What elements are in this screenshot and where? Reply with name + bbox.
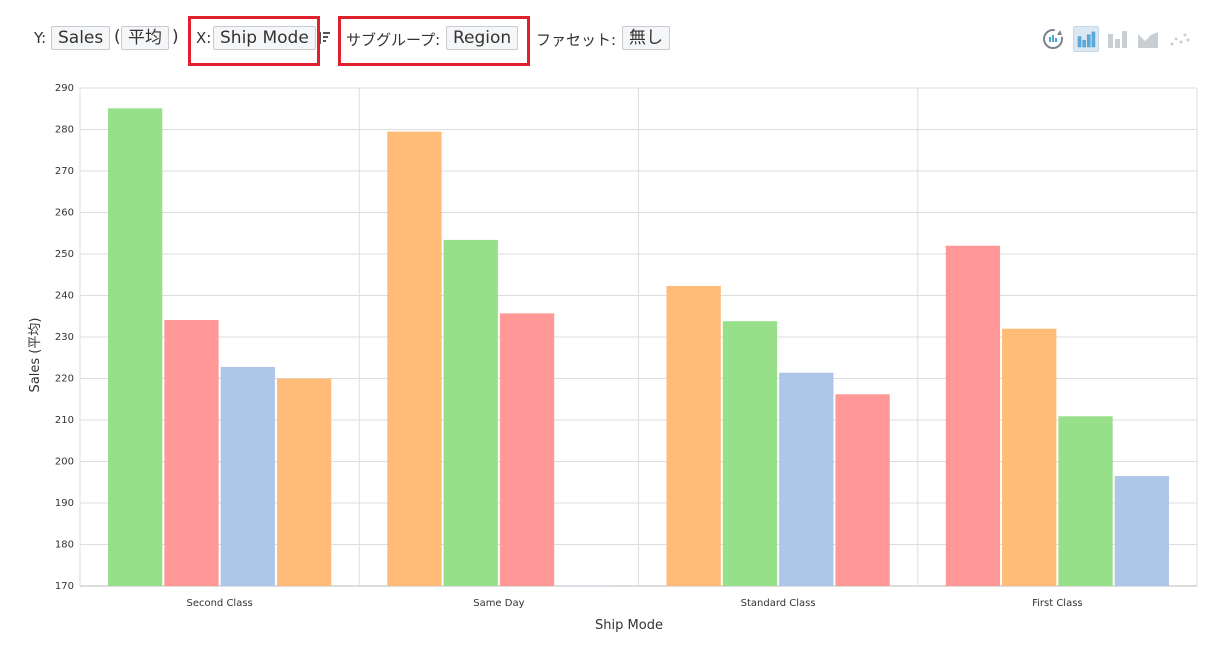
- bar-second-class-2[interactable]: [220, 366, 275, 586]
- y-tick-label: 170: [55, 581, 74, 592]
- bar-first-class-3[interactable]: [1114, 476, 1169, 586]
- bar-standard-class-2[interactable]: [779, 372, 834, 586]
- bar-chart: 170180190200210220230240250260270280290 …: [28, 83, 1198, 633]
- x-tick-label: Same Day: [473, 598, 524, 609]
- x-tick-label: First Class: [1032, 598, 1083, 609]
- y-tick-label: 240: [55, 291, 74, 302]
- bar-first-class-1[interactable]: [1002, 328, 1057, 586]
- bar-first-class-2[interactable]: [1058, 416, 1113, 586]
- y-tick-label: 230: [55, 332, 74, 343]
- y-tick-label: 220: [55, 374, 74, 385]
- x-axis-title: Ship Mode: [595, 618, 663, 633]
- y-tick-label: 280: [55, 125, 74, 136]
- y-tick-label: 260: [55, 208, 74, 219]
- bar-first-class-0[interactable]: [945, 245, 1001, 586]
- bar-same-day-1[interactable]: [443, 239, 498, 586]
- y-tick-label: 270: [55, 166, 74, 177]
- y-axis-title: Sales (平均): [28, 318, 43, 393]
- bar-second-class-3[interactable]: [276, 378, 332, 587]
- x-tick-label: Standard Class: [741, 598, 816, 609]
- bar-standard-class-1[interactable]: [722, 321, 778, 586]
- bar-same-day-2[interactable]: [499, 313, 555, 586]
- y-tick-label: 200: [55, 457, 74, 468]
- y-tick-label: 210: [55, 415, 74, 426]
- y-tick-label: 190: [55, 498, 74, 509]
- x-tick-label: Second Class: [186, 598, 252, 609]
- y-tick-labels: 170 180 190 200 210 220 230 240 250 260 270 280 290: [55, 83, 74, 592]
- y-tick-label: 180: [55, 540, 74, 551]
- bar-same-day-0[interactable]: [387, 131, 442, 586]
- bar-second-class-1[interactable]: [164, 319, 219, 586]
- bar-second-class-0[interactable]: [108, 108, 163, 587]
- y-tick-label: 290: [55, 83, 74, 94]
- bar-standard-class-3[interactable]: [835, 394, 890, 586]
- bar-standard-class-0[interactable]: [666, 285, 721, 586]
- y-tick-label: 250: [55, 249, 74, 260]
- x-tick-labels: Second Class Same Day Standard Class First …: [186, 598, 1082, 609]
